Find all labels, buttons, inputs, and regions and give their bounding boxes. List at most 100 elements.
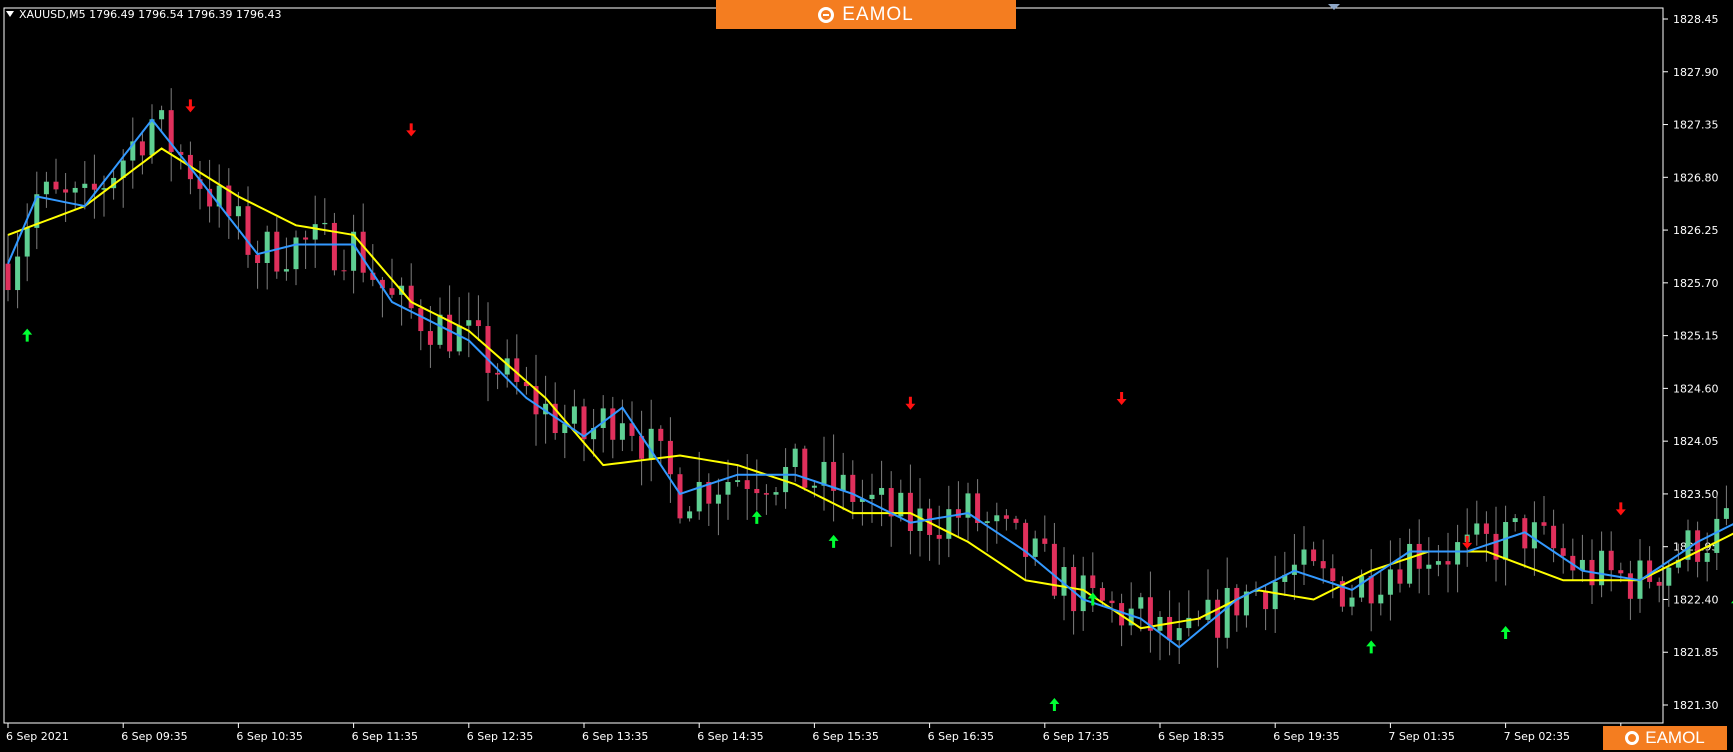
watermark-logo-text: EAMOL (1645, 728, 1705, 747)
x-tick-label: 7 Sep 01:35 (1388, 730, 1454, 743)
candle-body (312, 224, 318, 240)
x-tick-label: 6 Sep 19:35 (1273, 730, 1339, 743)
candle-body (619, 423, 625, 440)
candle-body (82, 183, 88, 188)
sell-arrow-icon (905, 396, 916, 410)
candle-body (235, 206, 241, 217)
x-tick-label: 6 Sep 15:35 (812, 730, 878, 743)
x-tick-label: 6 Sep 09:35 (121, 730, 187, 743)
candle-body (1512, 518, 1518, 523)
candle-body (1560, 548, 1566, 556)
candle-body (715, 494, 721, 504)
symbol-header: XAUUSD,M5 1796.49 1796.54 1796.39 1796.4… (6, 8, 282, 21)
y-tick-label: 1821.30 (1673, 699, 1719, 712)
y-tick-label: 1825.70 (1673, 277, 1719, 290)
candle-body (475, 320, 481, 327)
candle-body (24, 227, 30, 257)
candle-body (1263, 590, 1269, 610)
candle-body (1608, 550, 1614, 571)
candle-body (1723, 508, 1729, 519)
candle-body (1455, 542, 1461, 565)
candle-body (5, 263, 11, 291)
candle-body (1714, 518, 1720, 553)
y-tick-label: 1821.85 (1673, 646, 1719, 659)
x-tick-label: 6 Sep 17:35 (1043, 730, 1109, 743)
candle-body (936, 534, 942, 539)
candle-body (437, 314, 443, 345)
candle-body (994, 515, 1000, 522)
candle-body (427, 331, 433, 345)
candle-body (1666, 567, 1672, 586)
buy-arrow-icon (1500, 626, 1511, 640)
x-tick-label: 6 Sep 16:35 (928, 730, 994, 743)
candle-body (1435, 561, 1441, 565)
eamol-banner: EAMOL (716, 0, 1016, 29)
candle-body (1320, 561, 1326, 569)
candle-body (1656, 581, 1662, 586)
candle-body (1474, 523, 1480, 535)
candle-body (1541, 522, 1547, 526)
candle-body (63, 189, 69, 193)
eamol-logo-icon (818, 6, 835, 23)
x-tick-label: 6 Sep 12:35 (467, 730, 533, 743)
collapse-triangle-icon[interactable] (6, 11, 14, 17)
slow-ma-line (7, 147, 1733, 630)
y-tick-label: 1822.40 (1673, 593, 1719, 606)
candle-body (1695, 530, 1701, 562)
candle-body (1215, 599, 1221, 638)
candle-body (149, 119, 155, 156)
x-tick-label: 6 Sep 14:35 (697, 730, 763, 743)
y-tick-label: 1828.45 (1673, 13, 1719, 26)
candle-body (1627, 573, 1633, 599)
candle-body (946, 509, 952, 539)
candle-body (754, 488, 760, 494)
y-tick-label: 1825.15 (1673, 330, 1719, 343)
candle-body (821, 461, 827, 486)
fast-ma-line (7, 118, 1733, 649)
y-tick-label: 1826.80 (1673, 171, 1719, 184)
candle-body (735, 480, 741, 483)
shift-marker-icon[interactable] (1328, 4, 1340, 10)
symbol-text: XAUUSD,M5 1796.49 1796.54 1796.39 1796.4… (19, 8, 282, 21)
candle-body (43, 181, 49, 195)
candle-body (1531, 522, 1537, 549)
candle-body (466, 320, 472, 326)
candle-body (495, 372, 501, 375)
candle-body (1349, 597, 1355, 607)
candle-body (1551, 525, 1557, 549)
candle-body (879, 488, 885, 495)
candle-body (1416, 543, 1422, 569)
candle-body (389, 288, 395, 295)
candle-body (408, 285, 414, 309)
buy-arrow-icon (1049, 698, 1060, 711)
candle-body (456, 325, 462, 352)
candles (5, 88, 1729, 668)
candle-body (341, 270, 347, 272)
candle-body (1176, 628, 1182, 641)
candle-body (571, 406, 577, 424)
candle-body (264, 231, 270, 264)
sell-arrow-icon (1462, 535, 1473, 549)
sell-arrow-icon (1116, 391, 1127, 405)
candle-body (1397, 569, 1403, 584)
y-tick-label: 1827.35 (1673, 119, 1719, 132)
candle-body (773, 492, 779, 495)
candle-body (1311, 549, 1317, 562)
candle-body (1368, 576, 1374, 604)
candle-body (72, 187, 78, 193)
candle-body (907, 492, 913, 532)
candle-body (91, 183, 97, 190)
candle-body (869, 494, 875, 499)
x-tick-label: 6 Sep 10:35 (236, 730, 302, 743)
candle-body (687, 511, 693, 519)
candle-body (811, 485, 817, 488)
candle-body (1378, 594, 1384, 604)
price-chart[interactable]: 1828.45 1827.90 1827.35 1826.80 1826.25 1825.… (0, 0, 1733, 752)
candle-body (744, 480, 750, 489)
candle-body (53, 181, 59, 190)
candle-body (1042, 538, 1048, 544)
candle-body (1330, 568, 1336, 582)
candle-body (1013, 518, 1019, 523)
candle-body (255, 254, 261, 264)
candle-body (1618, 570, 1624, 574)
